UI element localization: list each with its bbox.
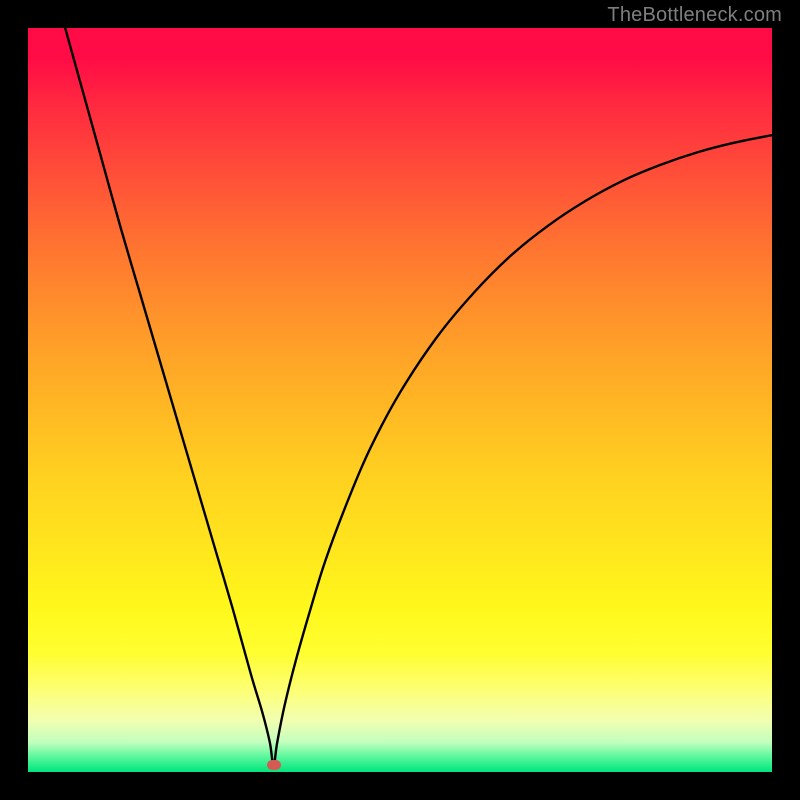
watermark-text: TheBottleneck.com — [607, 4, 782, 27]
minimum-marker — [267, 760, 281, 770]
plot-area — [28, 28, 772, 772]
chart-frame: TheBottleneck.com — [0, 0, 800, 800]
curve-svg — [28, 28, 772, 772]
bottleneck-curve — [65, 28, 772, 765]
